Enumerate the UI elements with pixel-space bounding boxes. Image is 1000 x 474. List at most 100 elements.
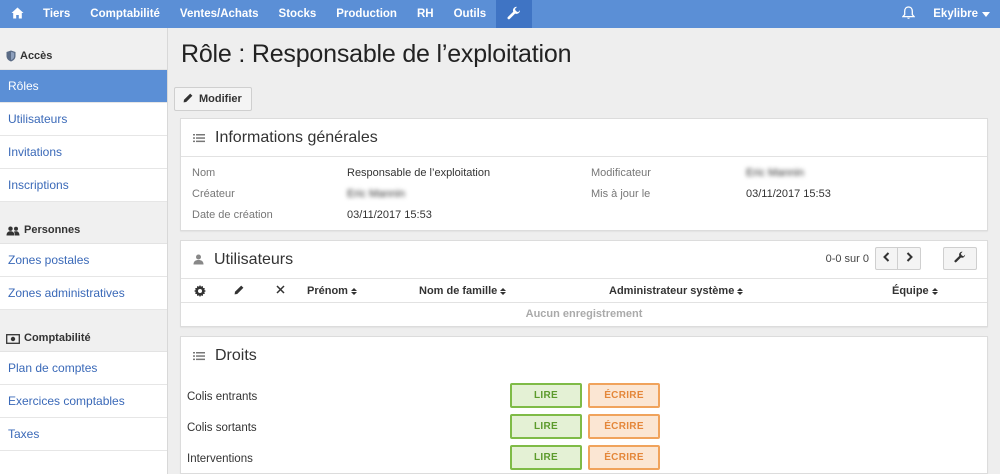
- column-equipe[interactable]: Équipe: [892, 285, 938, 297]
- column-label: Équipe: [892, 285, 929, 297]
- sidebar-section-title: Comptabilité: [24, 332, 91, 344]
- wrench-icon: [507, 6, 521, 23]
- write-toggle[interactable]: ÉCRIRE: [588, 414, 660, 439]
- notifications-button[interactable]: [888, 0, 929, 28]
- column-administrateur-systeme[interactable]: Administrateur système: [609, 285, 744, 297]
- sort-icon: [737, 287, 744, 295]
- panel-title: Droits: [215, 347, 257, 364]
- column-prenom[interactable]: Prénom: [307, 285, 357, 297]
- user-name: Ekylibre: [933, 8, 978, 20]
- user-icon: [193, 254, 204, 265]
- panel-header: Informations générales: [181, 119, 987, 157]
- nav-production[interactable]: Production: [326, 0, 407, 28]
- next-page-button[interactable]: [898, 247, 921, 270]
- column-label: Prénom: [307, 285, 348, 297]
- close-icon: [276, 285, 285, 294]
- nav-stocks[interactable]: Stocks: [269, 0, 327, 28]
- nav-settings[interactable]: [496, 0, 533, 28]
- sidebar-section-personnes: Personnes: [0, 202, 167, 244]
- updated-at-label: Mis à jour le: [591, 188, 651, 200]
- panel-header: Utilisateurs 0-0 sur 0: [181, 241, 987, 279]
- main-content: Rôle : Responsable de l’exploitation Mod…: [168, 28, 1000, 474]
- right-name: Interventions: [187, 453, 253, 465]
- shield-icon: [6, 50, 16, 62]
- read-toggle[interactable]: LIRE: [510, 383, 582, 408]
- top-navbar: Tiers Comptabilité Ventes/Achats Stocks …: [0, 0, 1000, 28]
- rights-panel: Droits Colis entrants LIRE ÉCRIRE Colis …: [180, 336, 988, 474]
- sidebar-item-invitations[interactable]: Invitations: [0, 136, 167, 169]
- gear-icon[interactable]: [194, 285, 206, 297]
- edit-button-label: Modifier: [199, 93, 242, 105]
- nav-outils[interactable]: Outils: [444, 0, 497, 28]
- sidebar-item-roles[interactable]: Rôles: [0, 70, 167, 103]
- creator-value: Eric Mannin: [347, 188, 406, 200]
- nav-rh[interactable]: RH: [407, 0, 444, 28]
- user-menu[interactable]: Ekylibre: [929, 0, 1000, 28]
- pagination-count: 0-0 sur 0: [825, 252, 869, 265]
- nav-ventes-achats[interactable]: Ventes/Achats: [170, 0, 269, 28]
- wrench-icon: [954, 251, 966, 266]
- sidebar-section-acces: Accès: [0, 28, 167, 70]
- bell-icon: [901, 5, 916, 23]
- list-icon: [193, 351, 205, 361]
- sidebar-section-title: Personnes: [24, 224, 81, 236]
- nav-tiers[interactable]: Tiers: [33, 0, 80, 28]
- right-row-colis-entrants: Colis entrants LIRE ÉCRIRE: [181, 381, 987, 412]
- column-label: Nom de famille: [419, 285, 498, 297]
- pencil-icon: [183, 93, 193, 106]
- write-toggle[interactable]: ÉCRIRE: [588, 383, 660, 408]
- people-icon: [6, 226, 20, 236]
- nav-comptabilite[interactable]: Comptabilité: [80, 0, 170, 28]
- prev-page-button[interactable]: [875, 247, 898, 270]
- chevron-left-icon: [883, 252, 890, 265]
- panel-title: Utilisateurs: [214, 250, 294, 268]
- read-toggle[interactable]: LIRE: [510, 414, 582, 439]
- name-value: Responsable de l’exploitation: [347, 167, 491, 179]
- column-nom-de-famille[interactable]: Nom de famille: [419, 285, 507, 297]
- sidebar: Accès Rôles Utilisateurs Invitations Ins…: [0, 28, 168, 474]
- updated-at-value: 03/11/2017 15:53: [746, 188, 831, 200]
- general-info-panel: Informations générales Nom Responsable d…: [180, 118, 988, 231]
- empty-table-message: Aucun enregistrement: [525, 308, 643, 320]
- created-at-label: Date de création: [192, 209, 273, 221]
- home-icon: [11, 7, 24, 22]
- sidebar-item-zones-administratives[interactable]: Zones administratives: [0, 277, 167, 310]
- home-button[interactable]: [0, 0, 33, 28]
- sidebar-item-taxes[interactable]: Taxes: [0, 418, 167, 451]
- sidebar-item-zones-postales[interactable]: Zones postales: [0, 244, 167, 277]
- name-label: Nom: [192, 167, 216, 179]
- created-at-value: 03/11/2017 15:53: [347, 209, 432, 221]
- edit-button[interactable]: Modifier: [174, 87, 252, 111]
- right-row-colis-sortants: Colis sortants LIRE ÉCRIRE: [181, 412, 987, 443]
- sort-icon: [500, 287, 507, 295]
- page-title: Rôle : Responsable de l’exploitation: [181, 40, 572, 68]
- sidebar-item-plan-de-comptes[interactable]: Plan de comptes: [0, 352, 167, 385]
- sidebar-item-exercices-comptables[interactable]: Exercices comptables: [0, 385, 167, 418]
- navbar-spacer: [532, 0, 888, 28]
- write-toggle[interactable]: ÉCRIRE: [588, 445, 660, 470]
- panel-header: Droits: [181, 337, 987, 375]
- sort-icon: [350, 287, 357, 295]
- updater-value: Eric Mannin: [746, 167, 805, 179]
- chevron-down-icon: [982, 11, 990, 17]
- users-panel: Utilisateurs 0-0 sur 0 Prénom Nom de fam…: [180, 240, 988, 327]
- pagination: 0-0 sur 0: [826, 247, 977, 270]
- info-grid: Nom Responsable de l’exploitation Modifi…: [181, 157, 987, 231]
- money-icon: [6, 334, 20, 344]
- chevron-right-icon: [906, 252, 913, 265]
- right-row-interventions: Interventions LIRE ÉCRIRE: [181, 443, 987, 474]
- sort-icon: [931, 287, 938, 295]
- sidebar-item-utilisateurs[interactable]: Utilisateurs: [0, 103, 167, 136]
- read-toggle[interactable]: LIRE: [510, 445, 582, 470]
- panel-title: Informations générales: [215, 128, 378, 146]
- sidebar-item-inscriptions[interactable]: Inscriptions: [0, 169, 167, 202]
- sidebar-section-title: Accès: [20, 50, 53, 62]
- sidebar-section-comptabilite: Comptabilité: [0, 310, 167, 352]
- table-settings-button[interactable]: [943, 247, 977, 270]
- right-name: Colis entrants: [187, 391, 258, 403]
- list-icon: [193, 133, 205, 143]
- right-name: Colis sortants: [187, 422, 257, 434]
- creator-label: Créateur: [192, 188, 235, 200]
- updater-label: Modificateur: [591, 167, 651, 179]
- pencil-icon: [234, 285, 244, 295]
